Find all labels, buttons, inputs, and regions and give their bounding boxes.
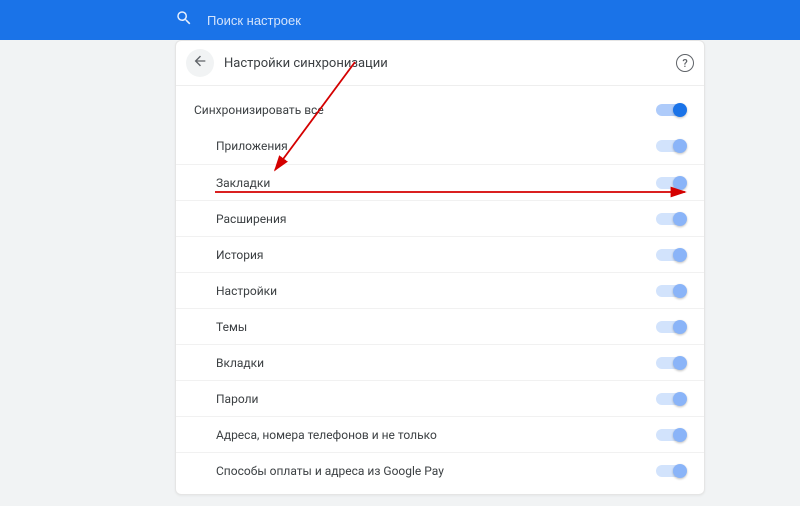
search-box[interactable] xyxy=(175,9,607,31)
sync-settings-panel: Настройки синхронизации ? Синхронизирова… xyxy=(175,40,705,495)
sync-item-row: История xyxy=(176,236,704,272)
sync-item-row: Пароли xyxy=(176,380,704,416)
panel-header: Настройки синхронизации ? xyxy=(176,41,704,86)
sync-item-row: Настройки xyxy=(176,272,704,308)
arrow-left-icon xyxy=(192,53,208,73)
sync-items-list: Приложения Закладки Расширения История Настр… xyxy=(176,128,704,488)
panel-body: Синхронизировать все Приложения Закладки Р… xyxy=(176,86,704,494)
sync-item-toggle[interactable] xyxy=(656,177,686,189)
sync-item-toggle[interactable] xyxy=(656,213,686,225)
sync-item-label: История xyxy=(216,248,656,262)
search-input[interactable] xyxy=(207,13,607,28)
sync-item-toggle[interactable] xyxy=(656,285,686,297)
sync-item-toggle[interactable] xyxy=(656,249,686,261)
sync-item-row: Адреса, номера телефонов и не только xyxy=(176,416,704,452)
sync-item-toggle[interactable] xyxy=(656,357,686,369)
sync-item-row: Вкладки xyxy=(176,344,704,380)
sync-all-row: Синхронизировать все xyxy=(176,92,704,128)
sync-item-label: Темы xyxy=(216,320,656,334)
sync-all-toggle[interactable] xyxy=(656,104,686,116)
sync-item-row: Закладки xyxy=(176,164,704,200)
sync-item-row: Приложения xyxy=(176,128,704,164)
sync-item-label: Закладки xyxy=(216,176,656,190)
sync-item-toggle[interactable] xyxy=(656,429,686,441)
help-button[interactable]: ? xyxy=(676,54,694,72)
topbar xyxy=(0,0,800,40)
sync-item-toggle[interactable] xyxy=(656,140,686,152)
search-icon xyxy=(175,9,193,31)
sync-item-label: Приложения xyxy=(216,139,656,153)
sync-item-label: Расширения xyxy=(216,212,656,226)
help-icon: ? xyxy=(682,57,687,70)
sync-item-toggle[interactable] xyxy=(656,321,686,333)
sync-item-label: Способы оплаты и адреса из Google Pay xyxy=(216,464,656,478)
sync-item-row: Способы оплаты и адреса из Google Pay xyxy=(176,452,704,488)
sync-item-toggle[interactable] xyxy=(656,465,686,477)
sync-item-label: Пароли xyxy=(216,392,656,406)
sync-item-label: Вкладки xyxy=(216,356,656,370)
sync-item-label: Настройки xyxy=(216,284,656,298)
sync-item-row: Расширения xyxy=(176,200,704,236)
sync-all-label: Синхронизировать все xyxy=(194,103,656,117)
sync-item-toggle[interactable] xyxy=(656,393,686,405)
panel-title: Настройки синхронизации xyxy=(224,56,676,71)
back-button[interactable] xyxy=(186,49,214,77)
sync-item-row: Темы xyxy=(176,308,704,344)
sync-item-label: Адреса, номера телефонов и не только xyxy=(216,428,656,442)
